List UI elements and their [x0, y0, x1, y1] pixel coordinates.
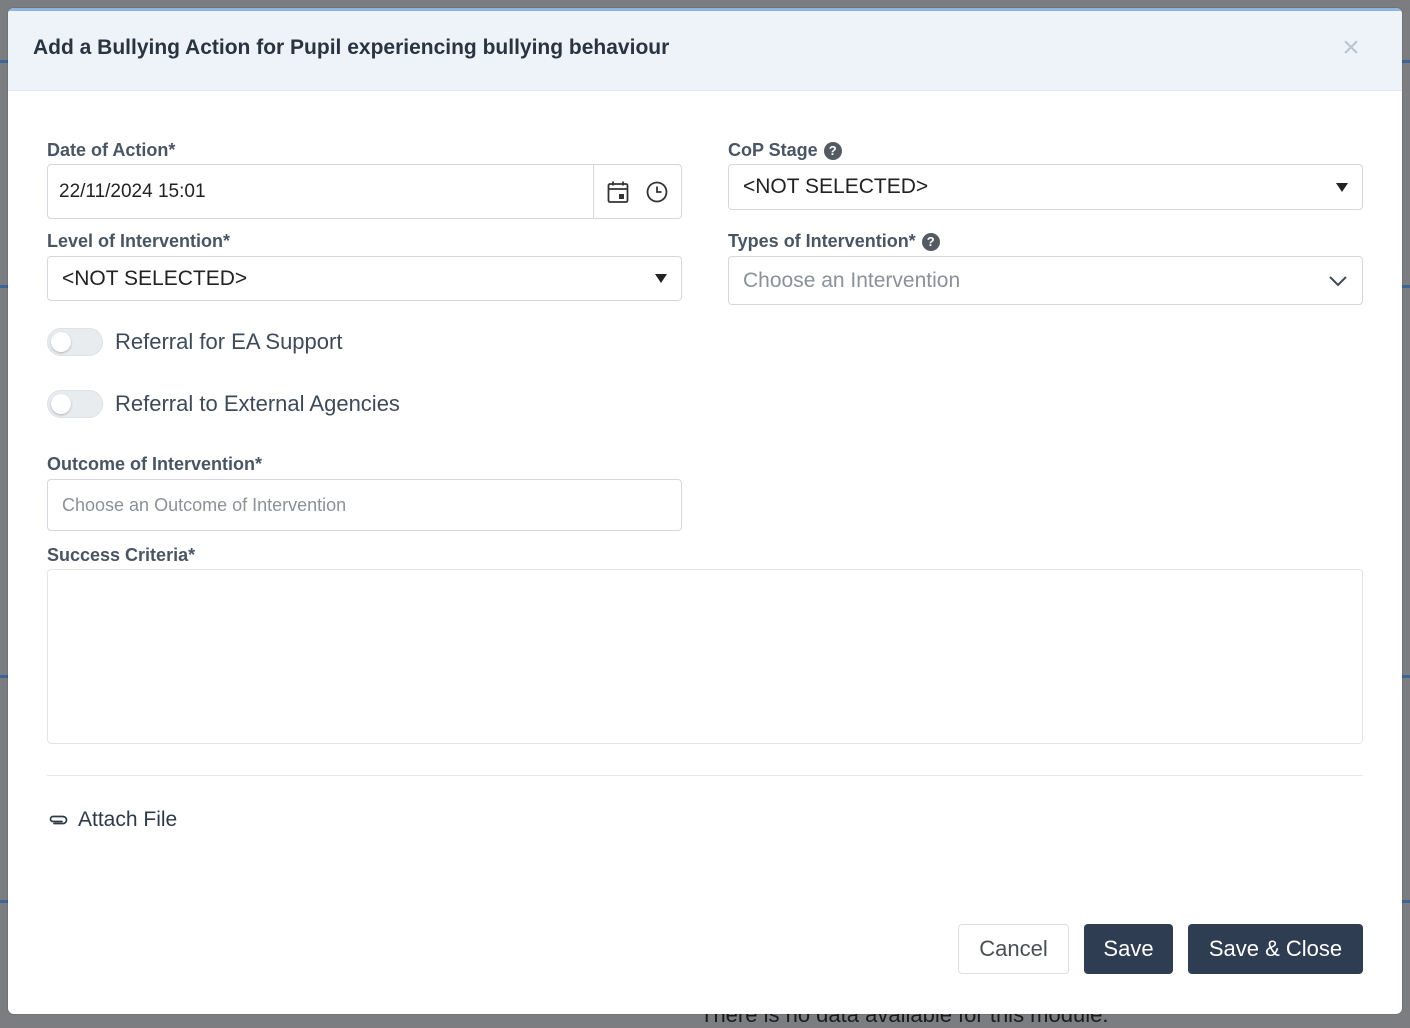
outcome-of-intervention-label: Outcome of Intervention*: [47, 454, 262, 475]
types-of-intervention-label-text: Types of Intervention*: [728, 231, 916, 251]
date-picker-buttons: [593, 165, 681, 218]
caret-down-icon: [1336, 182, 1348, 192]
success-criteria-label: Success Criteria*: [47, 545, 195, 566]
chevron-down-icon: [1329, 275, 1347, 286]
types-of-intervention-placeholder: Choose an Intervention: [743, 268, 961, 292]
level-of-intervention-selected-value: <NOT SELECTED>: [62, 266, 248, 290]
calendar-icon[interactable]: [605, 179, 631, 205]
close-icon[interactable]: ×: [1340, 33, 1362, 63]
toggle-knob: [51, 394, 71, 414]
referral-ea-support-label: Referral for EA Support: [115, 329, 343, 354]
paperclip-icon: [49, 815, 68, 825]
date-of-action-label-text: Date of Action*: [47, 140, 176, 160]
section-divider: [47, 775, 1363, 776]
dialog-title: Add a Bullying Action for Pupil experien…: [33, 36, 670, 59]
cop-stage-select[interactable]: <NOT SELECTED>: [728, 164, 1363, 210]
referral-ea-support-toggle[interactable]: [47, 328, 103, 356]
date-of-action-label: Date of Action*: [47, 140, 175, 161]
add-bullying-action-dialog: Add a Bullying Action for Pupil experien…: [8, 8, 1402, 1014]
caret-down-icon: [655, 274, 667, 283]
outcome-of-intervention-placeholder: Choose an Outcome of Intervention: [62, 494, 347, 515]
save-and-close-button[interactable]: Save & Close: [1188, 924, 1363, 974]
level-of-intervention-label-text: Level of Intervention*: [47, 231, 231, 251]
dialog-header: Add a Bullying Action for Pupil experien…: [8, 8, 1402, 91]
cop-stage-label: CoP Stage ?: [728, 140, 842, 161]
success-criteria-label-text: Success Criteria*: [47, 545, 196, 565]
date-of-action-value[interactable]: 22/11/2024 15:01: [48, 165, 593, 218]
referral-external-agencies-label: Referral to External Agencies: [115, 391, 400, 416]
help-icon[interactable]: ?: [823, 141, 842, 160]
clock-icon[interactable]: [644, 179, 670, 205]
referral-external-agencies-toggle[interactable]: [47, 390, 103, 418]
date-of-action-field[interactable]: 22/11/2024 15:01: [47, 164, 682, 219]
cancel-button[interactable]: Cancel: [958, 924, 1069, 974]
outcome-of-intervention-input[interactable]: Choose an Outcome of Intervention: [47, 479, 682, 531]
toggle-knob: [51, 332, 71, 352]
help-icon[interactable]: ?: [921, 232, 940, 251]
cop-stage-label-text: CoP Stage: [728, 140, 818, 160]
save-button[interactable]: Save: [1084, 924, 1173, 974]
attach-file-link[interactable]: Attach File: [48, 808, 177, 832]
attach-file-label: Attach File: [78, 808, 178, 831]
types-of-intervention-select[interactable]: Choose an Intervention: [728, 256, 1363, 305]
outcome-of-intervention-label-text: Outcome of Intervention*: [47, 454, 263, 474]
level-of-intervention-select[interactable]: <NOT SELECTED>: [47, 256, 682, 301]
cop-stage-selected-value: <NOT SELECTED>: [743, 175, 929, 198]
level-of-intervention-label: Level of Intervention*: [47, 231, 230, 252]
success-criteria-textarea[interactable]: [47, 569, 1363, 744]
types-of-intervention-label: Types of Intervention* ?: [728, 231, 940, 252]
